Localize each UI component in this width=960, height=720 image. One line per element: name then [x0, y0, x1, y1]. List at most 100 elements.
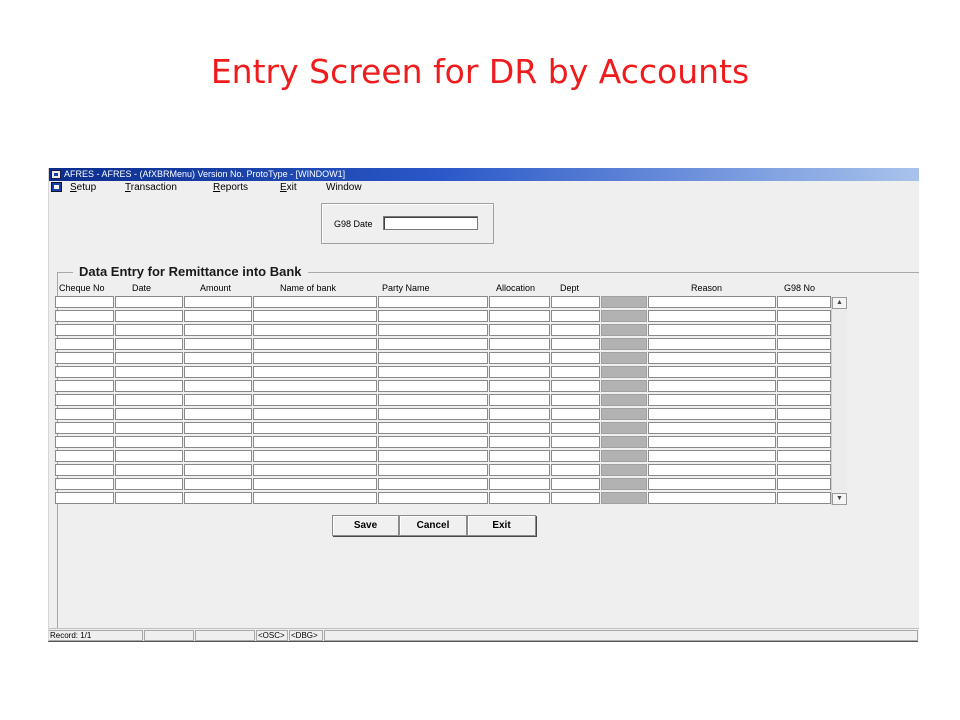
cell-dept[interactable]: [551, 310, 600, 322]
cell-dept[interactable]: [551, 450, 600, 462]
cell-date[interactable]: [115, 380, 183, 392]
cell-allocation[interactable]: [489, 450, 550, 462]
cell-g98-no[interactable]: [777, 324, 831, 336]
cell-amount[interactable]: [184, 450, 252, 462]
cell-name-of-bank[interactable]: [253, 478, 377, 490]
cell-party-name[interactable]: [378, 380, 488, 392]
cell-reason[interactable]: [648, 436, 776, 448]
cell-party-name[interactable]: [378, 338, 488, 350]
cell-party-name[interactable]: [378, 296, 488, 308]
cell-name-of-bank[interactable]: [253, 450, 377, 462]
cell-amount[interactable]: [184, 366, 252, 378]
cell-party-name[interactable]: [378, 478, 488, 490]
cell-dept[interactable]: [551, 366, 600, 378]
cell-dept[interactable]: [551, 478, 600, 490]
cell-amount[interactable]: [184, 492, 252, 504]
cell-date[interactable]: [115, 436, 183, 448]
cell-cheque-no[interactable]: [55, 422, 114, 434]
cell-reason[interactable]: [648, 296, 776, 308]
cell-amount[interactable]: [184, 394, 252, 406]
g98-date-input[interactable]: [383, 216, 478, 230]
menu-reports[interactable]: Reports: [213, 181, 248, 194]
cell-allocation[interactable]: [489, 310, 550, 322]
cell-allocation[interactable]: [489, 436, 550, 448]
cell-dept[interactable]: [551, 492, 600, 504]
cell-party-name[interactable]: [378, 408, 488, 420]
cell-amount[interactable]: [184, 422, 252, 434]
cell-date[interactable]: [115, 352, 183, 364]
cell-party-name[interactable]: [378, 394, 488, 406]
cell-allocation[interactable]: [489, 394, 550, 406]
cell-dept[interactable]: [551, 352, 600, 364]
cell-date[interactable]: [115, 422, 183, 434]
cell-date[interactable]: [115, 492, 183, 504]
cell-party-name[interactable]: [378, 450, 488, 462]
cell-reason[interactable]: [648, 366, 776, 378]
cell-name-of-bank[interactable]: [253, 296, 377, 308]
cell-date[interactable]: [115, 310, 183, 322]
cell-allocation[interactable]: [489, 352, 550, 364]
cell-party-name[interactable]: [378, 492, 488, 504]
grid-scrollbar[interactable]: ▲ ▼: [831, 297, 847, 505]
cell-g98-no[interactable]: [777, 338, 831, 350]
cell-name-of-bank[interactable]: [253, 422, 377, 434]
cell-reason[interactable]: [648, 492, 776, 504]
cell-amount[interactable]: [184, 380, 252, 392]
cell-dept[interactable]: [551, 338, 600, 350]
cell-date[interactable]: [115, 464, 183, 476]
cell-allocation[interactable]: [489, 324, 550, 336]
cell-amount[interactable]: [184, 478, 252, 490]
cell-cheque-no[interactable]: [55, 352, 114, 364]
cell-dept[interactable]: [551, 408, 600, 420]
menu-window[interactable]: Window: [326, 181, 362, 194]
cell-cheque-no[interactable]: [55, 310, 114, 322]
cell-name-of-bank[interactable]: [253, 366, 377, 378]
cell-party-name[interactable]: [378, 352, 488, 364]
app-window-icon[interactable]: [51, 170, 61, 179]
exit-button[interactable]: Exit: [467, 515, 536, 536]
cell-g98-no[interactable]: [777, 450, 831, 462]
cell-party-name[interactable]: [378, 422, 488, 434]
cell-cheque-no[interactable]: [55, 436, 114, 448]
cell-cheque-no[interactable]: [55, 408, 114, 420]
cell-reason[interactable]: [648, 394, 776, 406]
cell-allocation[interactable]: [489, 478, 550, 490]
cell-amount[interactable]: [184, 310, 252, 322]
cell-party-name[interactable]: [378, 436, 488, 448]
cell-party-name[interactable]: [378, 310, 488, 322]
cell-amount[interactable]: [184, 296, 252, 308]
cell-date[interactable]: [115, 478, 183, 490]
cell-date[interactable]: [115, 296, 183, 308]
cell-date[interactable]: [115, 394, 183, 406]
cell-cheque-no[interactable]: [55, 464, 114, 476]
cell-g98-no[interactable]: [777, 310, 831, 322]
cell-cheque-no[interactable]: [55, 296, 114, 308]
cell-reason[interactable]: [648, 310, 776, 322]
cell-g98-no[interactable]: [777, 408, 831, 420]
cell-amount[interactable]: [184, 338, 252, 350]
cell-g98-no[interactable]: [777, 380, 831, 392]
cell-dept[interactable]: [551, 380, 600, 392]
cell-dept[interactable]: [551, 436, 600, 448]
cell-reason[interactable]: [648, 408, 776, 420]
cell-amount[interactable]: [184, 352, 252, 364]
cell-allocation[interactable]: [489, 338, 550, 350]
cell-g98-no[interactable]: [777, 366, 831, 378]
cell-name-of-bank[interactable]: [253, 338, 377, 350]
cell-allocation[interactable]: [489, 492, 550, 504]
cell-date[interactable]: [115, 338, 183, 350]
menu-exit[interactable]: Exit: [280, 181, 297, 194]
cell-reason[interactable]: [648, 464, 776, 476]
cell-name-of-bank[interactable]: [253, 464, 377, 476]
cell-g98-no[interactable]: [777, 478, 831, 490]
cell-g98-no[interactable]: [777, 492, 831, 504]
cell-name-of-bank[interactable]: [253, 394, 377, 406]
cell-reason[interactable]: [648, 380, 776, 392]
cell-cheque-no[interactable]: [55, 450, 114, 462]
scroll-up-arrow-icon[interactable]: ▲: [832, 297, 847, 309]
cell-g98-no[interactable]: [777, 394, 831, 406]
cell-dept[interactable]: [551, 394, 600, 406]
cell-cheque-no[interactable]: [55, 478, 114, 490]
cell-party-name[interactable]: [378, 464, 488, 476]
cell-dept[interactable]: [551, 422, 600, 434]
